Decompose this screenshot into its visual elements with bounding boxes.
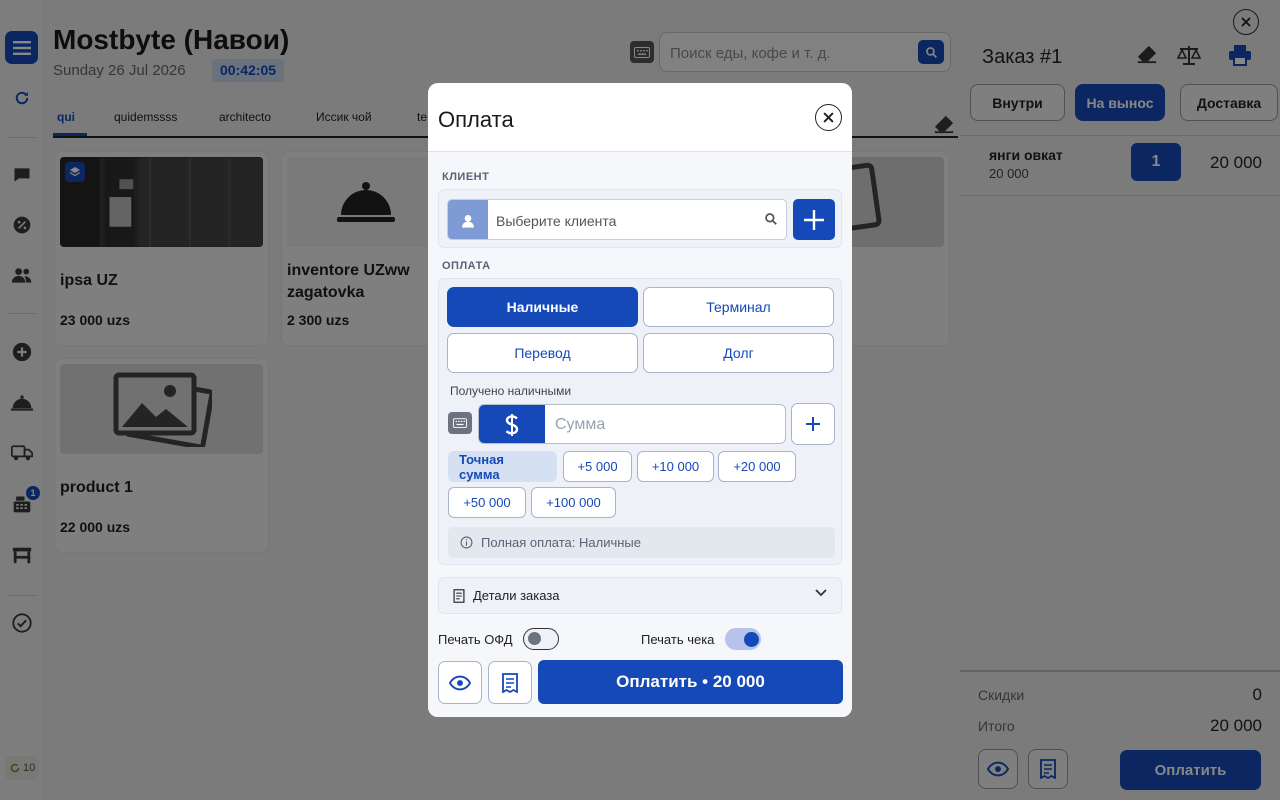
eye-icon[interactable] <box>438 661 482 704</box>
quick-amount-chip[interactable]: +20 000 <box>718 451 796 482</box>
method-cash[interactable]: Наличные <box>447 287 638 327</box>
print-receipt-toggle[interactable] <box>725 628 761 650</box>
order-details-accordion[interactable]: Детали заказа <box>438 577 842 614</box>
amount-field[interactable] <box>478 404 786 444</box>
received-label: Получено наличными <box>450 384 572 398</box>
add-amount-button[interactable] <box>791 403 835 445</box>
info-icon <box>460 536 473 549</box>
search-icon <box>764 212 778 226</box>
print-ofd-toggle[interactable] <box>523 628 559 650</box>
order-details-label: Детали заказа <box>473 588 560 603</box>
quick-amount-chip[interactable]: +10 000 <box>637 451 714 482</box>
close-icon[interactable] <box>815 104 842 131</box>
add-client-button[interactable] <box>793 199 835 240</box>
amount-input[interactable] <box>555 415 775 435</box>
receipt-icon[interactable] <box>488 661 532 704</box>
quick-amount-chip[interactable]: +5 000 <box>563 451 632 482</box>
payment-panel: Наличные Терминал Перевод Долг Получено … <box>438 278 842 565</box>
method-transfer[interactable]: Перевод <box>447 333 638 373</box>
user-icon <box>448 200 488 239</box>
method-terminal[interactable]: Терминал <box>643 287 834 327</box>
modal-body: КЛИЕНТ ОПЛАТА Наличные Терминал Перевод … <box>428 152 852 717</box>
print-ofd-label: Печать ОФД <box>438 632 513 647</box>
payment-section-label: ОПЛАТА <box>442 260 491 272</box>
payment-info-text: Полная оплата: Наличные <box>481 535 641 550</box>
quick-amount-chip[interactable]: +100 000 <box>531 487 616 518</box>
method-debt[interactable]: Долг <box>643 333 834 373</box>
client-panel <box>438 189 842 248</box>
document-icon <box>453 588 465 603</box>
client-section-label: КЛИЕНТ <box>442 171 490 183</box>
print-receipt-label: Печать чека <box>641 632 715 647</box>
payment-info: Полная оплата: Наличные <box>448 527 835 558</box>
client-search-input[interactable] <box>496 211 756 231</box>
exact-amount-chip[interactable]: Точная сумма <box>448 451 557 482</box>
currency-icon <box>479 405 545 443</box>
keyboard-icon[interactable] <box>448 412 472 434</box>
chevron-down-icon <box>815 589 827 597</box>
payment-modal: Оплата КЛИЕНТ ОПЛАТА Наличные Терминал <box>428 83 852 717</box>
quick-amount-chip[interactable]: +50 000 <box>448 487 526 518</box>
plus-icon <box>804 209 824 230</box>
client-select[interactable] <box>447 199 787 240</box>
plus-icon <box>806 417 820 431</box>
confirm-pay-button[interactable]: Оплатить • 20 000 <box>538 660 843 704</box>
modal-title: Оплата <box>438 107 514 132</box>
